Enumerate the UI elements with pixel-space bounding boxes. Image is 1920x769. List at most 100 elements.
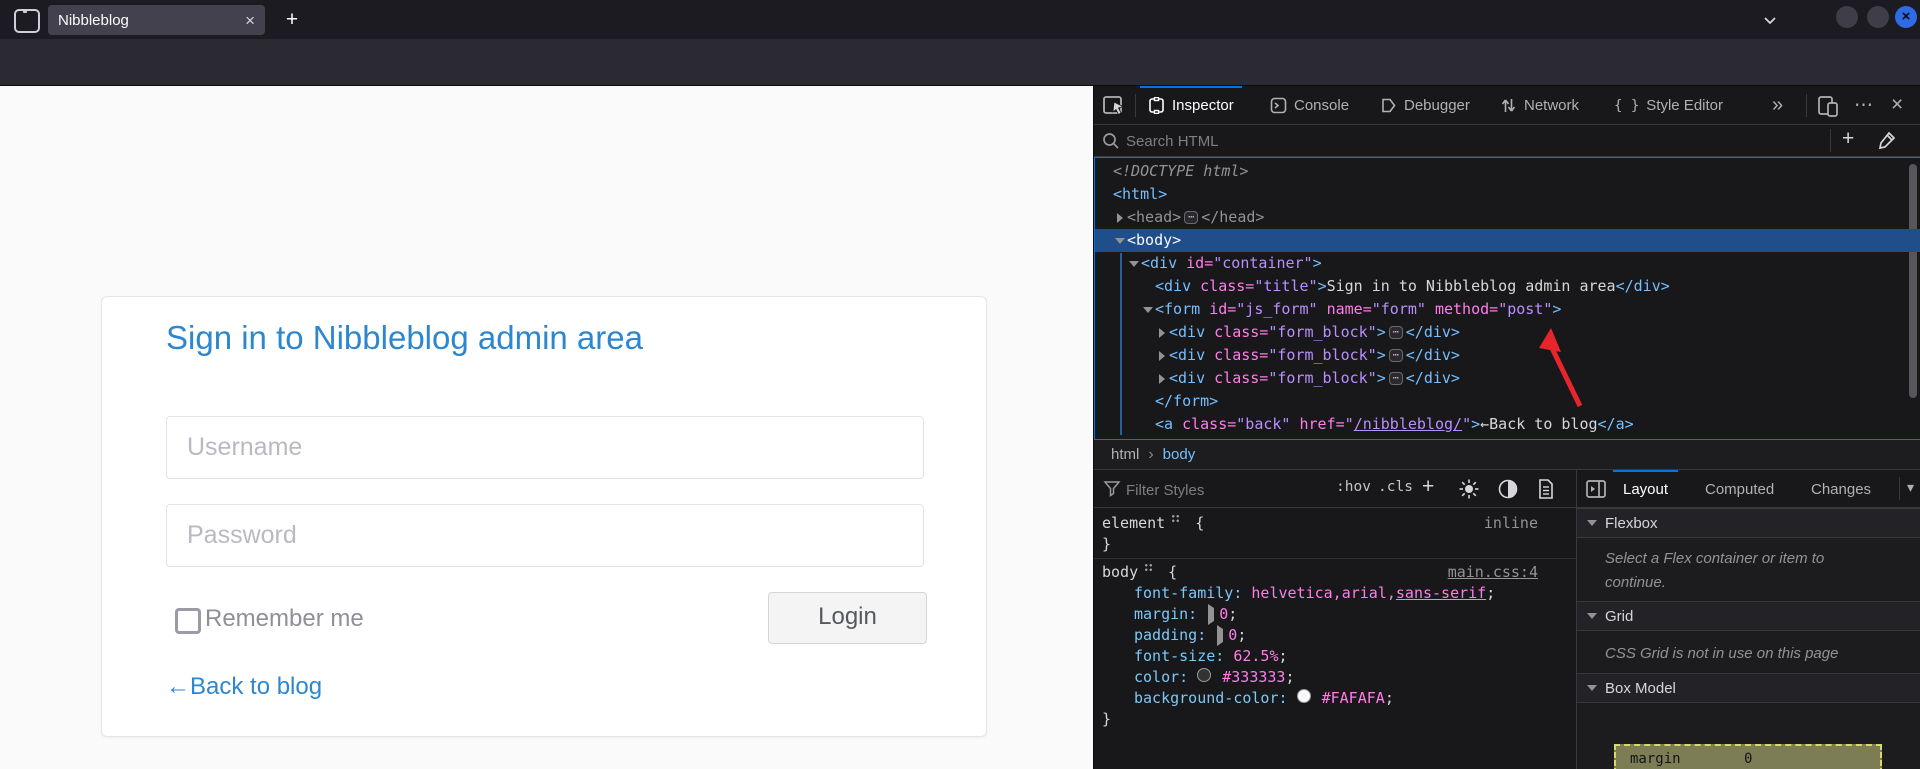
chevron-down-icon (1587, 685, 1597, 691)
grid-empty-message: CSS Grid is not in use on this page (1605, 642, 1838, 666)
expand-value-icon[interactable] (1217, 625, 1223, 646)
expand-value-icon[interactable] (1208, 604, 1214, 625)
add-node-icon[interactable]: + (1842, 127, 1854, 151)
remember-me-label: Remember me (205, 605, 364, 633)
devtools-close-icon[interactable]: × (1891, 86, 1903, 124)
devtools-panel: Inspector Console Debugger Network { }Style … (1093, 86, 1920, 769)
collapsed-ellipsis-badge[interactable]: ⋯ (1389, 326, 1403, 339)
expand-twisty-icon[interactable] (1141, 307, 1155, 313)
css-rule-line[interactable]: padding: 0; (1094, 625, 1576, 646)
username-input[interactable] (166, 416, 924, 479)
flexbox-section-title: Flexbox (1605, 515, 1658, 532)
css-rule-line[interactable]: background-color: #FAFAFA; (1094, 688, 1576, 709)
flexbox-section-header[interactable]: Flexbox (1577, 508, 1920, 538)
css-rule-line[interactable]: } (1094, 709, 1576, 730)
network-icon (1500, 97, 1517, 114)
markup-line-2[interactable]: <html> (1095, 183, 1920, 206)
expand-twisty-icon[interactable] (1155, 351, 1169, 361)
layout-sidebar: LayoutComputedChanges ▾ Flexbox Select a… (1576, 470, 1920, 769)
window-maximize-button[interactable] (1867, 6, 1889, 28)
markup-line-12[interactable]: <a class="back" href="/nibbleblog/">←Bac… (1095, 413, 1920, 436)
css-rule-line[interactable]: element {inline (1094, 513, 1576, 534)
devtools-tab-console[interactable]: Console (1262, 86, 1357, 124)
color-swatch[interactable] (1297, 689, 1311, 703)
tab-close-icon[interactable]: × (245, 12, 255, 29)
light-theme-sun-icon[interactable] (1458, 478, 1480, 500)
collapsed-ellipsis-badge[interactable]: ⋯ (1389, 349, 1403, 362)
grid-section-header[interactable]: Grid (1577, 601, 1920, 631)
password-input[interactable] (166, 504, 924, 567)
markup-line-3[interactable]: <head>⋯</head> (1095, 206, 1920, 229)
css-rule-line[interactable]: font-family: helvetica,arial,sans-serif; (1094, 583, 1576, 604)
markup-line-1[interactable]: <!DOCTYPE html> (1095, 160, 1920, 183)
devtools-tab-style-editor[interactable]: { }Style Editor (1606, 86, 1731, 124)
tab-title: Nibbleblog (58, 12, 245, 29)
sidebar-tab-changes[interactable]: Changes (1805, 470, 1877, 508)
window-close-button[interactable]: × (1895, 6, 1917, 28)
expand-twisty-icon[interactable] (1113, 213, 1127, 223)
markup-line-10[interactable]: <div class="form_block">⋯</div> (1095, 367, 1920, 390)
expand-twisty-icon[interactable] (1155, 374, 1169, 384)
window-minimize-button[interactable] (1836, 6, 1858, 28)
filter-styles-input[interactable] (1124, 477, 1318, 503)
sidebar-more-caret-icon[interactable]: ▾ (1907, 479, 1914, 496)
markup-line-11[interactable]: </form> (1095, 390, 1920, 413)
back-to-blog-link[interactable]: ←Back to blog (166, 673, 322, 701)
breadcrumb-separator-icon: › (1148, 446, 1153, 464)
new-tab-button[interactable]: + (280, 8, 304, 32)
css-rule-line[interactable]: font-size: 62.5%; (1094, 646, 1576, 667)
collapsed-ellipsis-badge[interactable]: ⋯ (1389, 372, 1403, 385)
devtools-tab-label: Console (1294, 97, 1349, 114)
markup-line-8[interactable]: <div class="form_block">⋯</div> (1095, 321, 1920, 344)
markup-line-6[interactable]: <div class="title">Sign in to Nibbleblog… (1095, 275, 1920, 298)
selector-highlighter-icon[interactable] (1144, 563, 1153, 572)
search-html-input[interactable] (1124, 128, 1728, 154)
stylesheet-source-link[interactable]: main.css:4 (1448, 562, 1538, 583)
browser-tab[interactable]: Nibbleblog × (48, 5, 265, 35)
markup-line-4[interactable]: <body> (1095, 229, 1920, 252)
css-rule-line[interactable]: } (1094, 534, 1576, 555)
selector-highlighter-icon[interactable] (1171, 514, 1180, 523)
pick-element-icon[interactable] (1102, 93, 1127, 118)
devtools-tab-debugger[interactable]: Debugger (1372, 86, 1478, 124)
markup-line-5[interactable]: <div id="container"> (1095, 252, 1920, 275)
meatball-menu-icon[interactable]: ⋯ (1854, 86, 1873, 124)
remember-me-checkbox[interactable] (175, 608, 201, 634)
breadcrumb-item-html[interactable]: html (1111, 446, 1139, 463)
breadcrumb-item-body[interactable]: body (1163, 446, 1196, 463)
sidebar-tab-layout[interactable]: Layout (1617, 470, 1674, 508)
expand-twisty-icon[interactable] (1155, 328, 1169, 338)
html-markup-view: <!DOCTYPE html><html><head>⋯</head><body… (1094, 157, 1920, 440)
css-rule-line[interactable]: body {main.css:4 (1094, 562, 1576, 583)
browser-tabbar: Nibbleblog × + × (0, 0, 1920, 39)
firefox-view-icon[interactable] (14, 9, 40, 33)
expand-twisty-icon[interactable] (1113, 238, 1127, 244)
list-tabs-chevron-icon[interactable] (1758, 8, 1782, 32)
sidebar-tab-computed[interactable]: Computed (1699, 470, 1780, 508)
expand-twisty-icon[interactable] (1127, 261, 1141, 267)
devtools-tab-network[interactable]: Network (1492, 86, 1587, 124)
markup-line-7[interactable]: <form id="js_form" name="form" method="p… (1095, 298, 1920, 321)
color-swatch[interactable] (1197, 668, 1211, 682)
screen: Nibbleblog × + × ← → (0, 0, 1920, 769)
responsive-design-icon[interactable] (1816, 94, 1840, 118)
markup-line-9[interactable]: <div class="form_block">⋯</div> (1095, 344, 1920, 367)
add-rule-icon[interactable]: + (1422, 475, 1434, 499)
class-toggle[interactable]: .cls (1378, 479, 1413, 495)
devtools-tab-inspector[interactable]: Inspector (1140, 86, 1242, 124)
box-model-section-header[interactable]: Box Model (1577, 673, 1920, 703)
dark-theme-contrast-icon[interactable] (1497, 478, 1519, 500)
margin-top-value[interactable]: 0 (1744, 751, 1752, 767)
css-rule-line[interactable]: color: #333333; (1094, 667, 1576, 688)
eyedropper-icon[interactable] (1876, 130, 1897, 151)
print-media-page-icon[interactable] (1536, 478, 1556, 500)
box-model-margin-box[interactable]: margin 0 (1614, 744, 1882, 769)
css-rule-line[interactable]: margin: 0; (1094, 604, 1576, 625)
box-model-section-title: Box Model (1605, 680, 1676, 697)
pseudo-class-toggle[interactable]: :hov (1336, 479, 1371, 495)
login-button[interactable]: Login (768, 592, 927, 644)
collapsed-ellipsis-badge[interactable]: ⋯ (1184, 211, 1198, 224)
sidebar-toggle-icon[interactable] (1585, 478, 1607, 500)
style-editor-icon: { } (1614, 97, 1639, 114)
overflow-chevrons-icon[interactable]: » (1772, 86, 1783, 124)
